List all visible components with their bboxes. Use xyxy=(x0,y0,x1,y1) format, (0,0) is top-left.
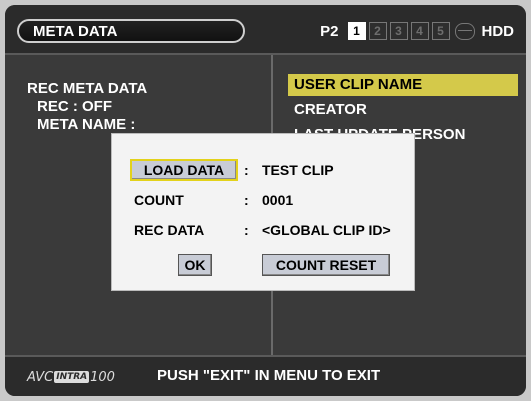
exit-hint: PUSH "EXIT" IN MENU TO EXIT xyxy=(157,367,381,384)
count-value: 0001 xyxy=(262,192,294,208)
count-reset-button[interactable]: COUNT RESET xyxy=(262,254,390,276)
dialog-row-count: COUNT : 0001 xyxy=(112,189,414,211)
hard-drive-icon xyxy=(454,22,475,40)
logo-prefix: AVC xyxy=(27,369,54,385)
ok-button[interactable]: OK xyxy=(178,254,212,276)
card-slot-1: 1 xyxy=(347,22,366,40)
viewfinder-screen: META DATA P2 1 2 3 4 5 HDD REC META DATA… xyxy=(5,5,526,396)
rec-meta-heading: REC META DATA xyxy=(27,80,148,97)
logo-badge: INTRA xyxy=(54,371,90,383)
media-label: P2 xyxy=(320,22,339,40)
colon: : xyxy=(244,222,249,238)
card-slot-4: 4 xyxy=(410,22,429,40)
menu-item-user-clip-name[interactable]: USER CLIP NAME xyxy=(288,74,518,96)
header-bar: META DATA P2 1 2 3 4 5 HDD xyxy=(5,5,526,55)
dialog-row-rec-data: REC DATA : <GLOBAL CLIP ID> xyxy=(112,219,414,241)
load-data-dialog: LOAD DATA : TEST CLIP COUNT : 0001 REC D… xyxy=(111,133,415,291)
count-label: COUNT xyxy=(134,192,184,208)
rec-status: REC : OFF xyxy=(37,98,112,115)
load-data-button[interactable]: LOAD DATA xyxy=(130,159,238,181)
load-data-value: TEST CLIP xyxy=(262,162,334,178)
colon: : xyxy=(244,162,249,178)
meta-name: META NAME : xyxy=(37,116,136,133)
rec-data-value: <GLOBAL CLIP ID> xyxy=(262,222,391,238)
logo-suffix: 100 xyxy=(90,369,115,385)
card-slot-3: 3 xyxy=(389,22,408,40)
colon: : xyxy=(244,192,249,208)
footer-bar: AVC INTRA 100 PUSH "EXIT" IN MENU TO EXI… xyxy=(5,355,526,396)
dialog-row-load-data: LOAD DATA : TEST CLIP xyxy=(112,159,414,181)
menu-item-creator[interactable]: CREATOR xyxy=(288,99,518,121)
drive-label: HDD xyxy=(481,22,515,40)
menu-title: META DATA xyxy=(33,23,118,40)
menu-title-pill: META DATA xyxy=(17,19,245,43)
rec-data-label: REC DATA xyxy=(134,222,205,238)
avc-intra-logo: AVC INTRA 100 xyxy=(27,369,115,385)
card-slot-5: 5 xyxy=(431,22,450,40)
media-status: P2 1 2 3 4 5 HDD xyxy=(320,19,514,43)
card-slot-2: 2 xyxy=(368,22,387,40)
